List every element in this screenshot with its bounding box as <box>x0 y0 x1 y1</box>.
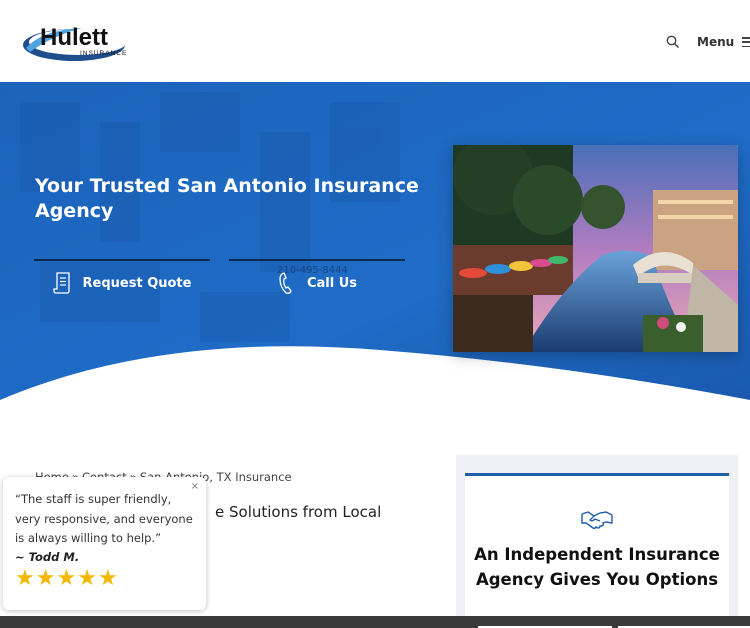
star-icon: ★ <box>97 565 118 591</box>
close-icon[interactable]: × <box>191 481 199 492</box>
star-icon: ★ <box>56 565 77 591</box>
search-icon[interactable] <box>666 34 680 49</box>
phone-number[interactable]: 210-495-8444 <box>277 265 348 276</box>
menu-label: Menu <box>697 35 735 49</box>
document-icon <box>52 272 70 294</box>
review-author: ~ Todd M. <box>15 549 80 564</box>
san-antonio-riverwalk-photo <box>453 145 738 352</box>
sidebar-title: An Independent Insurance Agency Gives Yo… <box>474 545 720 589</box>
site-header: Hulett INSURANCE Menu <box>0 0 750 82</box>
request-quote-label: Request Quote <box>82 275 192 291</box>
star-icon: ★ <box>15 565 35 591</box>
hamburger-icon <box>742 37 750 47</box>
call-us-label: Call Us <box>306 275 358 291</box>
star-icon: ★ <box>35 565 56 591</box>
svg-text:INSURANCE: INSURANCE <box>80 50 127 57</box>
menu-button[interactable]: Menu <box>697 34 750 50</box>
svg-text:Hulett: Hulett <box>40 24 108 51</box>
hulett-insurance-logo[interactable]: Hulett INSURANCE <box>22 18 134 64</box>
review-quote: “The staff is super friendly, very respo… <box>15 492 193 545</box>
review-popup: × “The staff is super friendly, very res… <box>3 477 206 610</box>
hero-banner: Your Trusted San Antonio Insurance Agenc… <box>0 82 750 402</box>
star-icon: ★ <box>77 565 97 591</box>
independent-agency-card: An Independent Insurance Agency Gives Yo… <box>465 473 729 628</box>
content-heading: e Solutions from Local <box>215 503 382 521</box>
bottom-bar <box>0 616 750 628</box>
request-quote-button[interactable]: Request Quote <box>34 259 210 305</box>
handshake-icon <box>581 511 613 530</box>
star-rating: ★ ★ ★ ★ ★ <box>15 565 194 591</box>
hero-title: Your Trusted San Antonio Insurance Agenc… <box>35 175 419 222</box>
